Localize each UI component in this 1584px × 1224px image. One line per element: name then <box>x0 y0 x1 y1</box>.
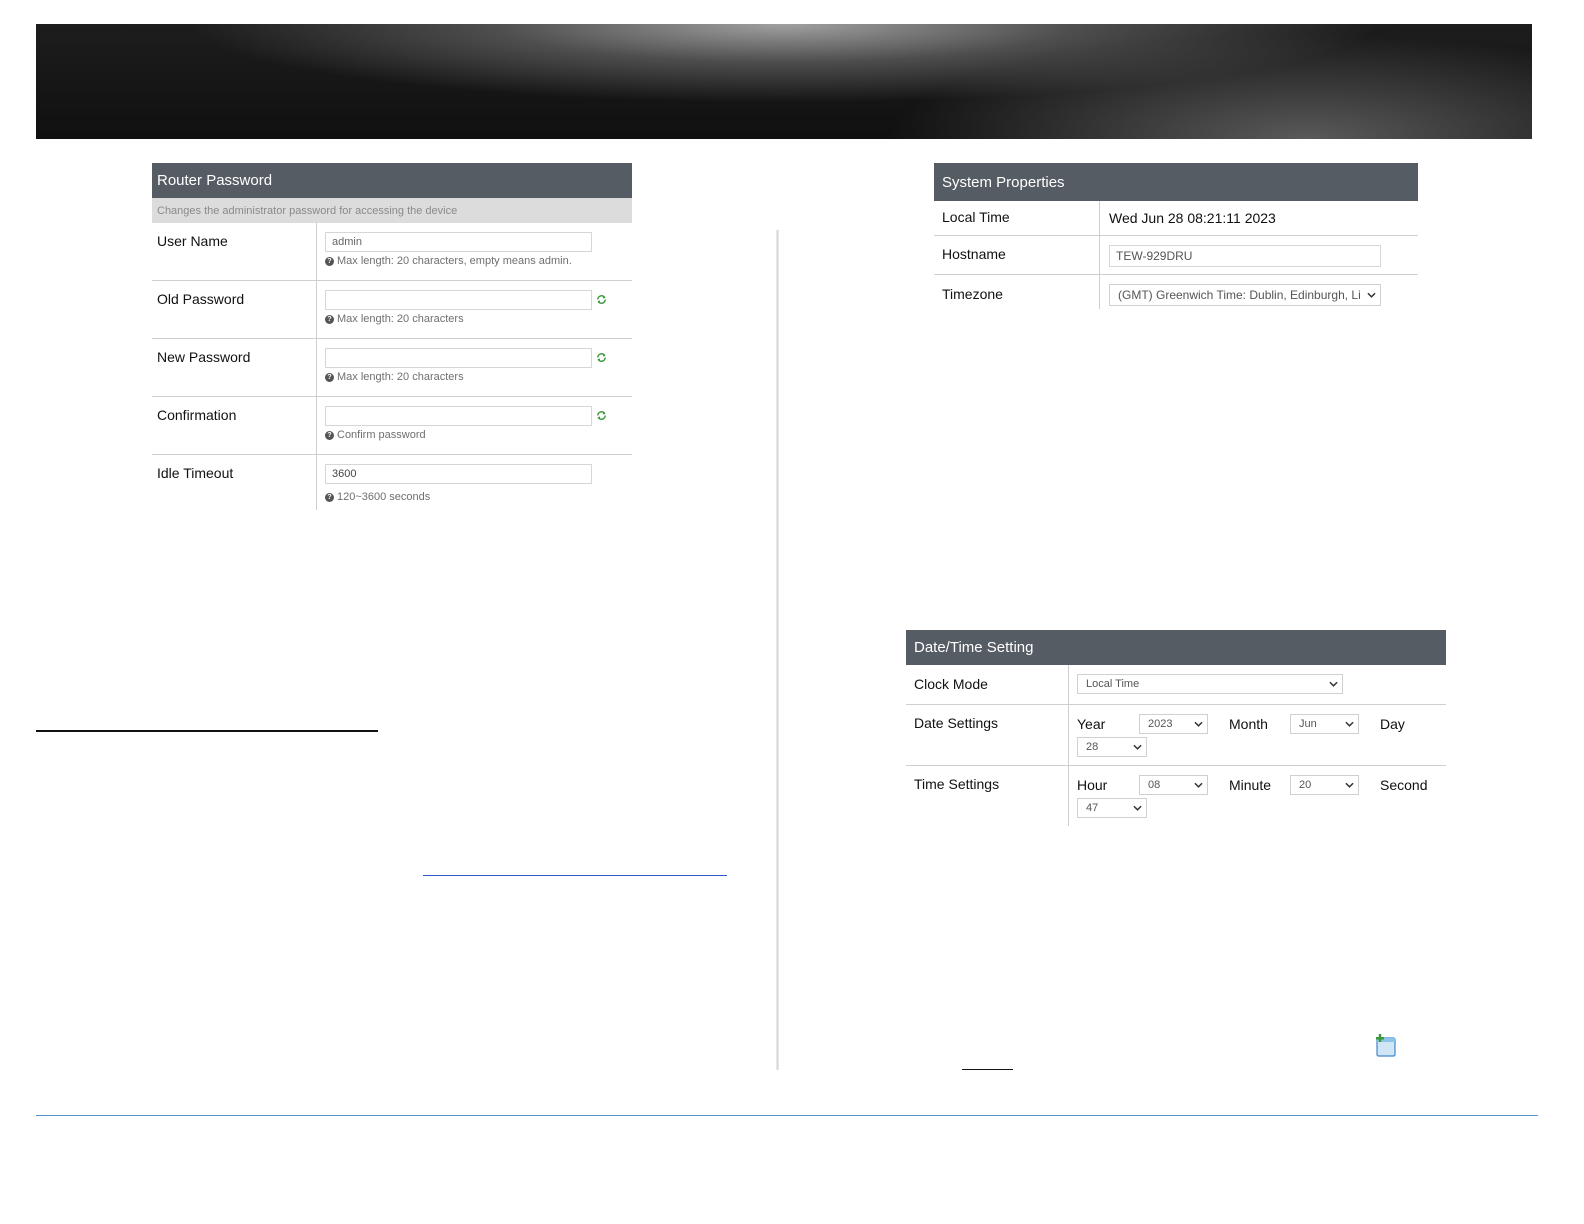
timezone-row: Timezone (GMT) Greenwich Time: Dublin, E… <box>934 275 1418 309</box>
question-circle-icon: ? <box>325 372 334 382</box>
short-underline <box>962 1069 1013 1070</box>
router-password-title: Router Password <box>152 163 632 198</box>
day-select[interactable]: 28 <box>1077 737 1147 757</box>
question-circle-icon: ? <box>325 492 334 502</box>
hour-label: Hour <box>1077 777 1108 793</box>
refresh-key-icon[interactable] <box>596 410 607 421</box>
hostname-row: Hostname TEW-929DRU <box>934 236 1418 275</box>
old-password-hint: ? Max length: 20 characters <box>325 313 464 325</box>
footer-rule <box>36 1115 1538 1116</box>
confirmation-label: Confirmation <box>152 397 317 454</box>
question-circle-icon: ? <box>325 314 334 324</box>
refresh-key-icon[interactable] <box>596 294 607 305</box>
chevron-down-icon <box>1194 721 1203 727</box>
chevron-down-icon <box>1345 782 1354 788</box>
year-select[interactable]: 2023 <box>1139 714 1208 734</box>
time-settings-label: Time Settings <box>906 766 1069 826</box>
hour-select[interactable]: 08 <box>1139 775 1208 795</box>
second-label: Second <box>1380 777 1428 793</box>
datetime-setting-panel: Date/Time Setting Clock Mode Local Time … <box>906 630 1446 826</box>
confirmation-input[interactable] <box>325 406 592 426</box>
chevron-down-icon <box>1367 292 1376 298</box>
idle-timeout-hint: ? 120~3600 seconds <box>325 491 430 503</box>
second-select[interactable]: 47 <box>1077 798 1147 818</box>
minute-label: Minute <box>1229 777 1272 793</box>
time-settings-row: Time Settings Hour 08 Minute 20 Second 4… <box>906 766 1446 826</box>
clock-mode-row: Clock Mode Local Time <box>906 665 1446 705</box>
system-properties-title: System Properties <box>934 163 1418 201</box>
user-name-label: User Name <box>152 223 317 280</box>
confirmation-hint: ? Confirm password <box>325 429 426 441</box>
chevron-down-icon <box>1329 681 1338 687</box>
section-rule <box>36 730 378 732</box>
system-properties-panel: System Properties Local Time Wed Jun 28 … <box>934 163 1418 309</box>
month-label: Month <box>1229 716 1268 732</box>
new-password-hint: ? Max length: 20 characters <box>325 371 464 383</box>
old-password-label: Old Password <box>152 281 317 338</box>
year-label: Year <box>1077 716 1106 732</box>
column-divider <box>776 230 779 1070</box>
chevron-down-icon <box>1345 721 1354 727</box>
date-settings-row: Date Settings Year 2023 Month Jun Day 28 <box>906 705 1446 766</box>
user-name-row: User Name admin ? Max length: 20 charact… <box>152 223 632 281</box>
hostname-label: Hostname <box>934 236 1100 274</box>
refresh-key-icon[interactable] <box>596 352 607 363</box>
chevron-down-icon <box>1133 805 1142 811</box>
router-password-panel: Router Password Changes the administrato… <box>152 163 632 510</box>
local-time-label: Local Time <box>934 201 1100 235</box>
timezone-label: Timezone <box>934 275 1100 309</box>
date-settings-label: Date Settings <box>906 705 1069 765</box>
question-circle-icon: ? <box>325 256 334 266</box>
router-password-subtitle: Changes the administrator password for a… <box>152 198 632 223</box>
idle-timeout-input[interactable]: 3600 <box>325 464 592 484</box>
local-time-value: Wed Jun 28 08:21:11 2023 <box>1109 210 1276 226</box>
question-circle-icon: ? <box>325 430 334 440</box>
chevron-down-icon <box>1194 782 1203 788</box>
idle-timeout-label: Idle Timeout <box>152 455 317 510</box>
user-name-hint: ? Max length: 20 characters, empty means… <box>325 255 572 267</box>
old-password-row: Old Password ? Max length: 20 characters <box>152 281 632 339</box>
clock-mode-select[interactable]: Local Time <box>1077 674 1343 694</box>
new-password-label: New Password <box>152 339 317 396</box>
confirmation-row: Confirmation ? Confirm password <box>152 397 632 455</box>
add-document-icon <box>1376 1034 1396 1057</box>
link-underline <box>423 875 727 876</box>
month-select[interactable]: Jun <box>1290 714 1359 734</box>
new-password-row: New Password ? Max length: 20 characters <box>152 339 632 397</box>
header-banner <box>36 24 1532 139</box>
idle-timeout-row: Idle Timeout 3600 ? 120~3600 seconds <box>152 455 632 510</box>
old-password-input[interactable] <box>325 290 592 310</box>
minute-select[interactable]: 20 <box>1290 775 1359 795</box>
local-time-row: Local Time Wed Jun 28 08:21:11 2023 <box>934 201 1418 236</box>
day-label: Day <box>1380 716 1405 732</box>
clock-mode-label: Clock Mode <box>906 665 1069 704</box>
new-password-input[interactable] <box>325 348 592 368</box>
datetime-setting-title: Date/Time Setting <box>906 630 1446 665</box>
hostname-input[interactable]: TEW-929DRU <box>1109 245 1381 267</box>
user-name-input[interactable]: admin <box>325 232 592 252</box>
timezone-select[interactable]: (GMT) Greenwich Time: Dublin, Edinburgh,… <box>1109 284 1381 306</box>
chevron-down-icon <box>1133 744 1142 750</box>
